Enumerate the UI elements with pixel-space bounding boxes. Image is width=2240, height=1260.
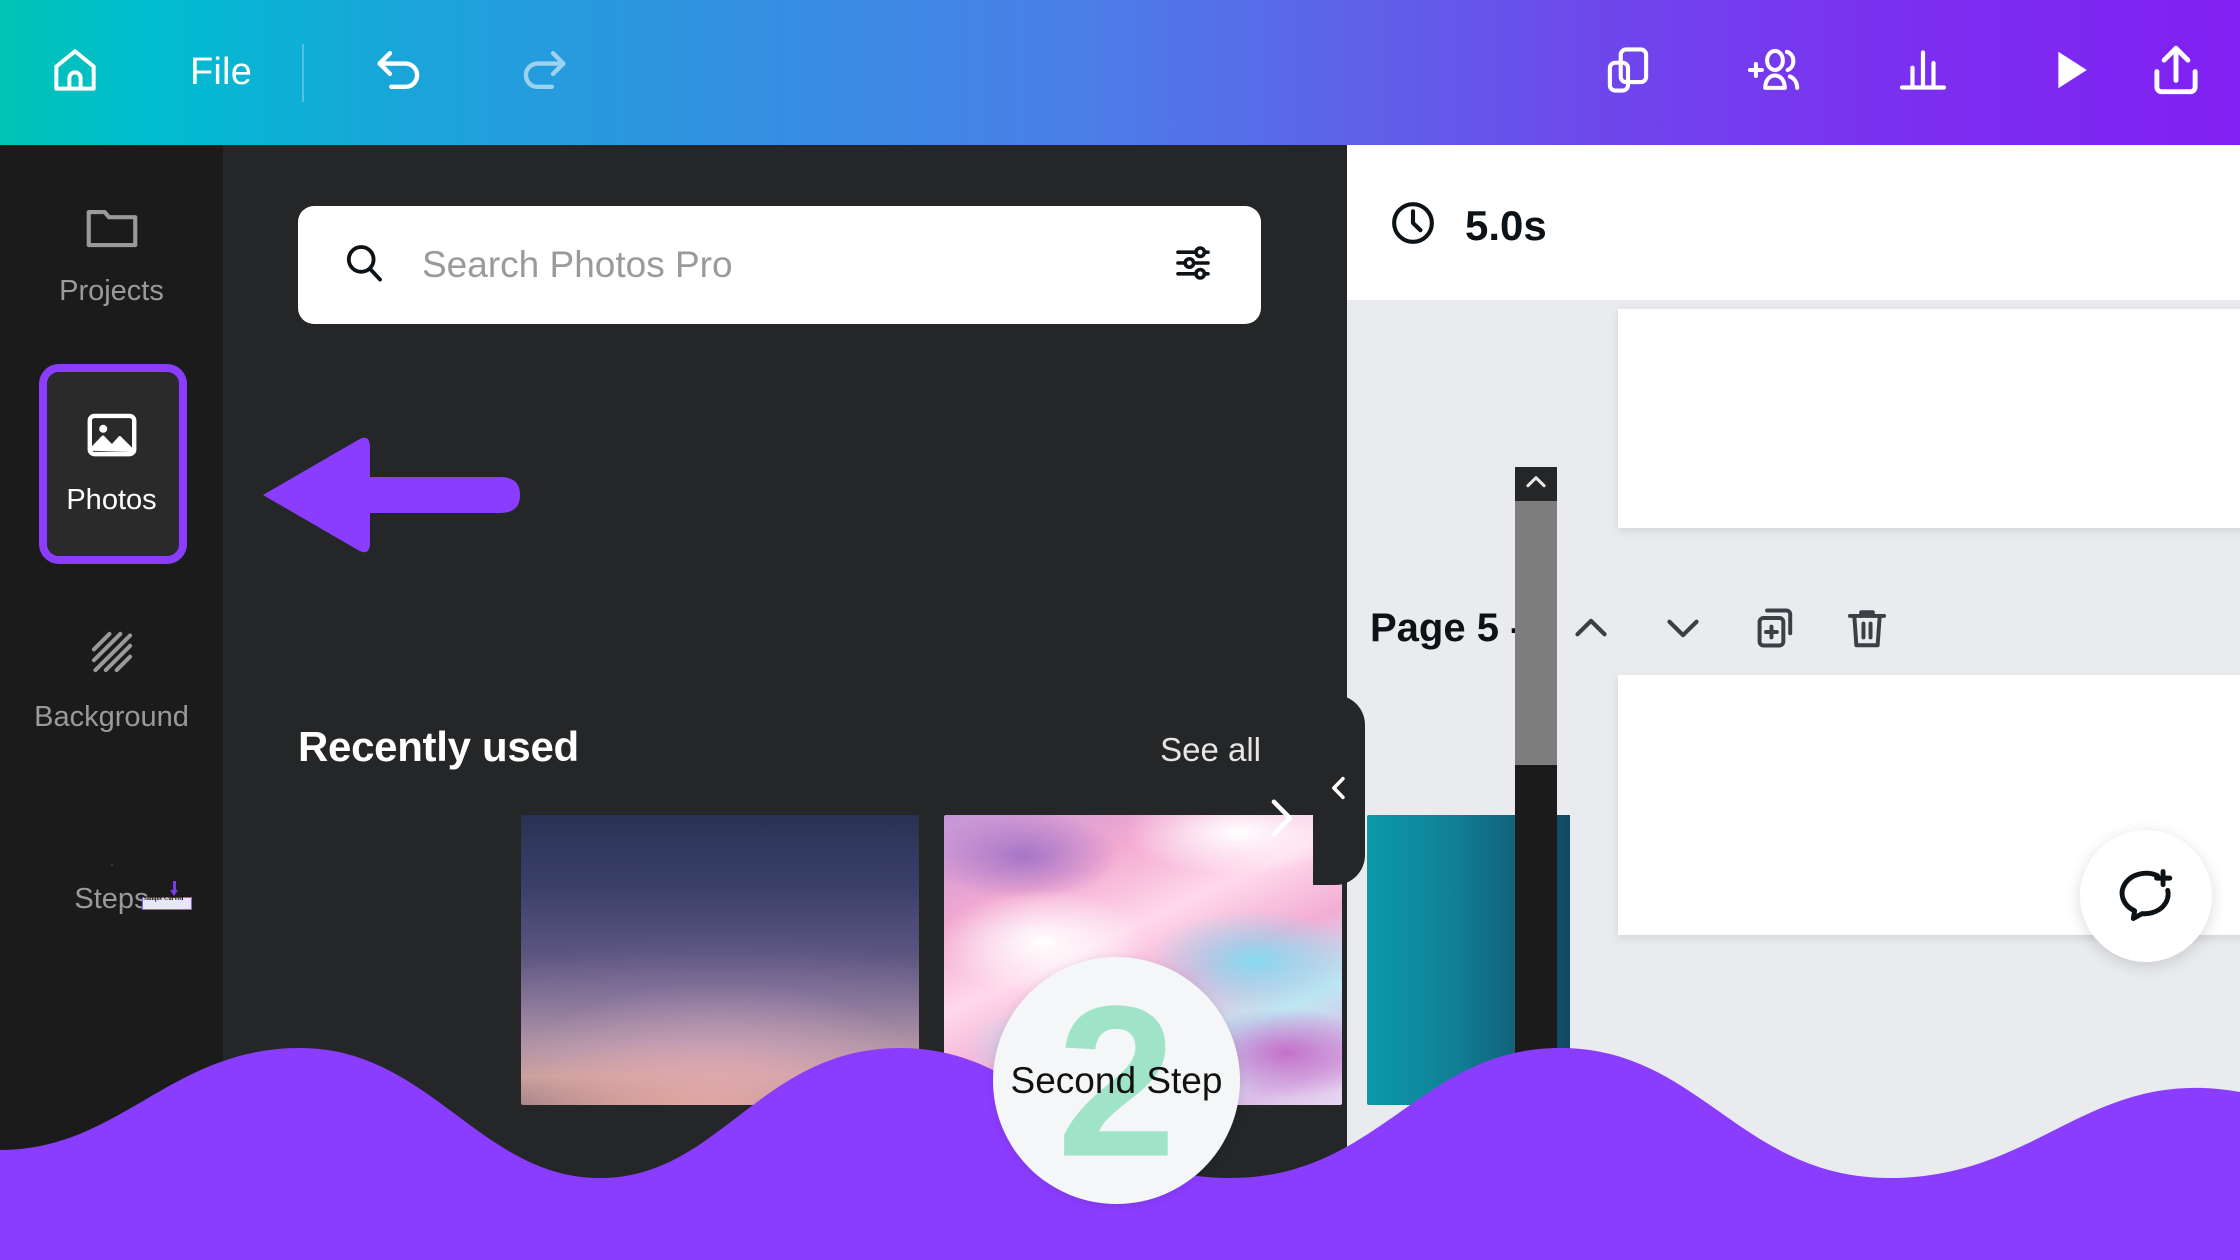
search-bar[interactable] (298, 206, 1261, 324)
chevron-right-icon (1253, 791, 1307, 850)
see-all-link[interactable]: See all (1160, 731, 1261, 769)
move-page-up-button[interactable] (1545, 585, 1637, 671)
redo-button[interactable] (471, 0, 616, 145)
sliders-icon[interactable] (1171, 239, 1219, 292)
share-upload-icon (2145, 39, 2207, 106)
add-person-icon (1744, 39, 1806, 106)
chevron-left-icon (1322, 771, 1356, 810)
play-icon (2042, 42, 2098, 103)
carousel-next-button[interactable] (1250, 790, 1310, 850)
pointer-arrow (258, 430, 522, 565)
share-button[interactable] (2145, 0, 2240, 145)
sidebar-item-label: Steps (74, 883, 149, 915)
collapse-panel-button[interactable] (1313, 695, 1365, 885)
resize-icon (1599, 41, 1657, 104)
home-icon (47, 42, 103, 103)
page-canvas[interactable] (1618, 309, 2240, 528)
bar-chart-icon (1895, 42, 1951, 103)
move-page-down-button[interactable] (1637, 585, 1729, 671)
sidebar-item-label: Photos (66, 484, 157, 516)
toolbar-left-group: File (0, 0, 616, 145)
sidebar-item-label: Projects (59, 275, 164, 307)
insights-button[interactable] (1850, 0, 1995, 145)
file-menu-button[interactable]: File (150, 0, 292, 145)
undo-button[interactable] (326, 0, 471, 145)
folder-icon (81, 195, 143, 257)
redo-icon (513, 39, 575, 106)
recently-used-header: Recently used See all (298, 723, 1261, 771)
page-duration[interactable]: 5.0s (1387, 197, 1547, 254)
image-icon (81, 404, 143, 466)
duplicate-page-button[interactable] (1729, 585, 1821, 671)
sidebar-item-photos[interactable]: Photos (0, 358, 223, 571)
undo-icon (368, 39, 430, 106)
toolbar-right-group (1555, 0, 2240, 145)
scroll-up-button[interactable] (1515, 467, 1557, 501)
search-input[interactable] (422, 244, 1171, 286)
add-collaborator-button[interactable] (1700, 0, 1850, 145)
search-icon (340, 239, 388, 292)
resize-button[interactable] (1555, 0, 1700, 145)
chevron-up-icon (1521, 467, 1551, 502)
sidebar-item-label: Background (34, 701, 189, 733)
step-badge: 2 Second Step (993, 957, 1240, 1204)
section-title: Recently used (298, 723, 579, 770)
duration-value: 5.0s (1465, 201, 1547, 249)
page-row-header: Page 5 - Ad (1347, 585, 2240, 671)
delete-page-button[interactable] (1821, 585, 1913, 671)
page-title-main: Page 5 - (1370, 605, 1534, 650)
hatch-pattern-icon (81, 621, 143, 683)
panel-scrollbar-thumb[interactable] (1515, 501, 1557, 765)
home-button[interactable] (0, 0, 150, 145)
present-button[interactable] (1995, 0, 2145, 145)
clock-icon (1387, 197, 1439, 254)
step-label: Second Step (1010, 1059, 1223, 1101)
app-root: File Projects Photos Background Steps Se… (0, 0, 2240, 1260)
sidebar-item-background[interactable]: Background (0, 571, 223, 784)
comment-plus-icon (2115, 863, 2177, 930)
toolbar-divider (302, 43, 305, 102)
top-toolbar: File (0, 0, 2240, 145)
sidebar-item-projects[interactable]: Projects (0, 145, 223, 358)
